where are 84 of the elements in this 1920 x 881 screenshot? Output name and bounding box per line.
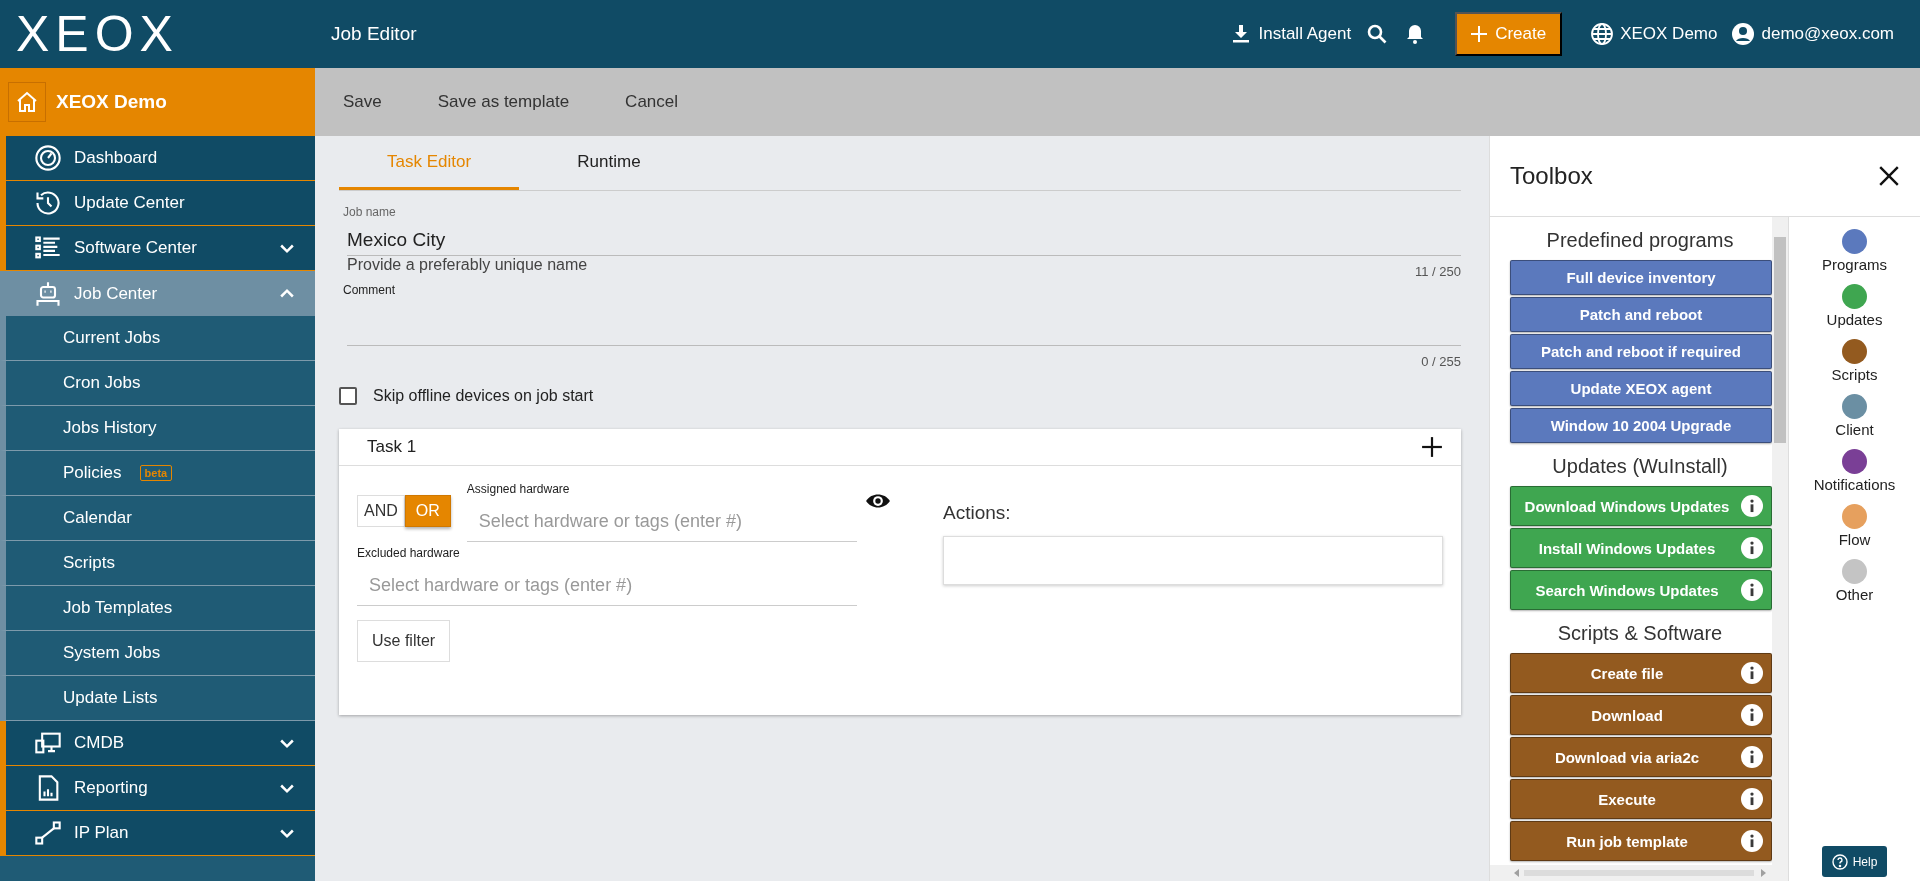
help-button[interactable]: Help [1821,846,1888,877]
toolbox-item[interactable]: Run job template [1510,821,1772,861]
sidebar-item[interactable]: Reporting [0,766,315,811]
legend-label: Scripts [1831,366,1878,383]
sidebar-subitem[interactable]: Scripts [0,541,315,586]
user-link[interactable]: demo@xeox.com [1731,22,1894,46]
toolbox-item[interactable]: Download via aria2c [1510,737,1772,777]
sidebar-subitem[interactable]: System Jobs [0,631,315,676]
checkbox[interactable] [339,387,357,405]
actions-label: Actions: [943,502,1012,524]
legend-label: Flow [1838,531,1871,548]
home-button[interactable] [8,82,46,122]
use-filter-button[interactable]: Use filter [357,620,451,662]
install-agent-link[interactable]: Install Agent [1228,22,1352,46]
legend-label: Programs [1822,256,1887,273]
toolbox-item[interactable]: Patch and reboot [1510,297,1772,332]
beta-badge: beta [139,465,173,481]
user-icon [1731,22,1756,46]
toolbar-button[interactable]: Cancel [625,92,679,112]
char-counter: 11 / 250 [1414,264,1461,279]
field-label: Assigned hardware [466,482,571,496]
home-icon [15,90,39,114]
sidebar-item[interactable]: IP Plan [0,811,315,856]
job-name-field[interactable]: Mexico City [347,225,1461,256]
checkbox-label: Skip offline devices on job start [373,387,594,405]
field-hint: Provide a preferably unique name [347,256,588,274]
tenant-link[interactable]: XEOX Demo [1590,22,1718,46]
globe-icon [1590,22,1615,46]
page-title: Job Editor [331,23,417,45]
toolbox-title: Toolbox [1510,162,1593,190]
assigned-hardware-field[interactable]: Select hardware or tags (enter #) [466,502,857,542]
info-icon[interactable] [1741,537,1763,559]
field-label: Job name [343,205,397,219]
sidebar-subitem[interactable]: Calendar [0,496,315,541]
logic-toggle[interactable]: AND [357,495,405,527]
tenant-name: XEOX Demo [56,91,167,113]
legend-label: Client [1835,421,1874,438]
sidebar-subitem[interactable]: Job Templates [0,586,315,631]
robot-icon [34,279,62,308]
field-label: Comment [343,283,396,297]
section-title: Scripts & Software [1556,622,1724,645]
plus-icon[interactable] [1421,436,1443,458]
info-icon[interactable] [1741,662,1763,684]
logo: XEOX [15,5,180,63]
sidebar-item[interactable]: Dashboard [0,136,315,181]
info-icon[interactable] [1741,579,1763,601]
toolbox-item[interactable]: Window 10 2004 Upgrade [1510,408,1772,443]
section-title: Updates (WuInstall) [1551,455,1729,478]
clock-icon [34,189,62,217]
legend-label: Notifications [1813,476,1896,493]
toolbox-item[interactable]: Full device inventory [1510,260,1772,295]
toolbar-button[interactable]: Save [343,92,382,112]
section-title: Predefined programs [1545,229,1735,252]
sidebar-subitem[interactable]: Jobs History [0,406,315,451]
info-icon[interactable] [1741,704,1763,726]
plus-icon [1471,26,1488,42]
legend-label: Updates [1826,311,1883,328]
toolbar-button[interactable]: Save as template [437,92,570,112]
toolbox-item[interactable]: Patch and reboot if required [1510,334,1772,369]
char-counter: 0 / 255 [1421,354,1461,369]
sidebar-item[interactable]: Software Center [0,226,315,271]
sidebar-subitem[interactable]: Current Jobs [0,316,315,361]
legend-label: Other [1835,586,1874,603]
field-label: Excluded hardware [357,546,461,560]
toolbox-item[interactable]: Download [1510,695,1772,735]
network-icon [34,819,62,847]
close-icon[interactable] [1878,165,1900,187]
sidebar-subitem[interactable]: Policies beta [0,451,315,496]
excluded-hardware-field[interactable]: Select hardware or tags (enter #) [357,566,857,606]
info-icon[interactable] [1741,830,1763,852]
toolbox-item[interactable]: Update XEOX agent [1510,371,1772,406]
task-title: Task 1 [367,437,417,457]
sidebar-item[interactable]: CMDB [0,721,315,766]
info-icon[interactable] [1741,788,1763,810]
toolbox-item[interactable]: Create file [1510,653,1772,693]
sidebar-item[interactable]: Update Center [0,181,315,226]
tab[interactable]: Runtime [519,136,699,190]
info-icon[interactable] [1741,746,1763,768]
gauge-icon [34,144,62,172]
sidebar-subitem[interactable]: Cron Jobs [0,361,315,406]
question-icon [1831,853,1848,870]
sidebar-subitem[interactable]: Update Lists [0,676,315,721]
toolbox-item[interactable]: Execute [1510,779,1772,819]
info-icon[interactable] [1741,495,1763,517]
